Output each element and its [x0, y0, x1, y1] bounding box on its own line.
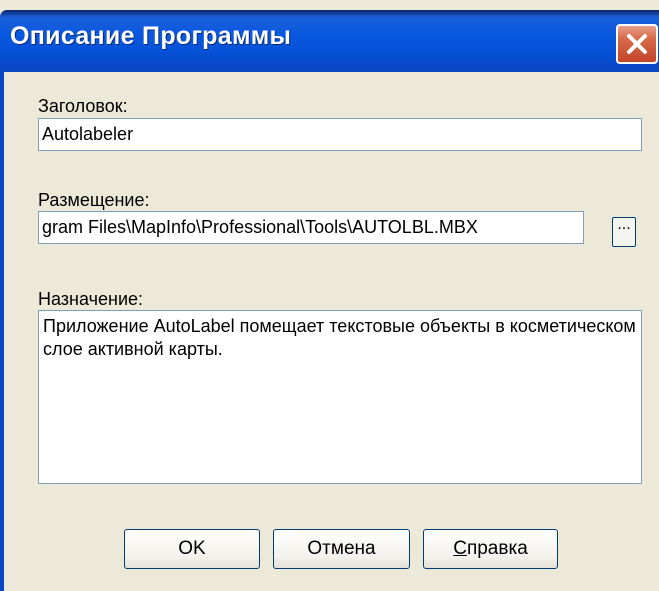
dialog-window: Описание Программы Заголовок: Autolabele…: [0, 0, 659, 591]
close-icon: [627, 34, 647, 54]
help-button[interactable]: Справка: [423, 529, 558, 569]
close-button[interactable]: [616, 24, 658, 64]
browse-button[interactable]: ...: [612, 217, 636, 247]
location-field[interactable]: gram Files\MapInfo\Professional\Tools\AU…: [38, 211, 584, 244]
ok-button[interactable]: OK: [124, 529, 260, 569]
window-title: Описание Программы: [10, 22, 292, 50]
title-field[interactable]: Autolabeler: [38, 118, 642, 151]
purpose-label: Назначение:: [38, 289, 144, 309]
window-left-border: [0, 72, 4, 591]
help-button-label: правка: [466, 538, 528, 559]
purpose-textarea[interactable]: Приложение AutoLabel помещает текстовые …: [38, 310, 642, 484]
title-bar[interactable]: Описание Программы: [0, 10, 659, 72]
title-label: Заголовок:: [38, 96, 128, 116]
location-label: Размещение:: [38, 190, 150, 210]
help-button-mnemonic: С: [453, 538, 467, 559]
cancel-button[interactable]: Отмена: [273, 529, 410, 569]
